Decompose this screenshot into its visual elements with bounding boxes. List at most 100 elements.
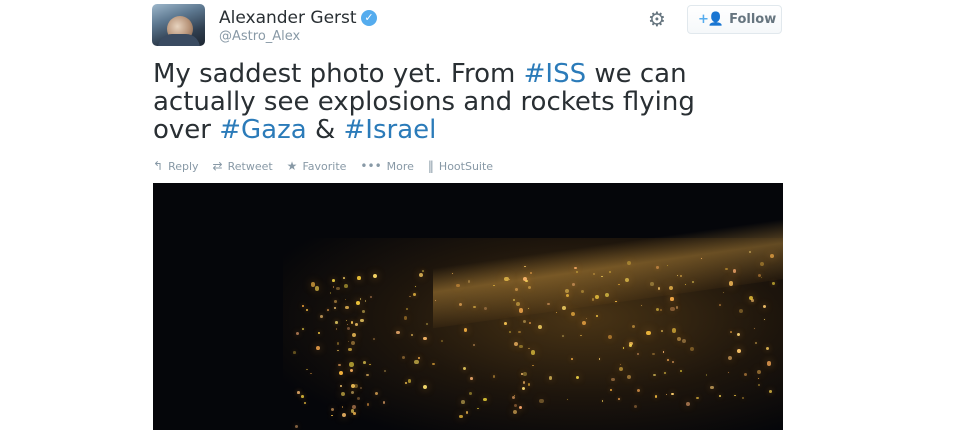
city-light bbox=[696, 396, 699, 400]
city-light bbox=[748, 296, 753, 301]
city-light bbox=[732, 269, 737, 273]
more-button[interactable]: ••• More bbox=[360, 159, 414, 173]
tweet-text-segment: My saddest photo yet. From bbox=[153, 59, 524, 89]
city-light bbox=[675, 306, 678, 309]
city-light bbox=[340, 392, 345, 397]
city-light bbox=[337, 349, 339, 351]
reply-label: Reply bbox=[168, 159, 199, 173]
reply-icon: ↰ bbox=[153, 159, 164, 173]
city-light bbox=[591, 298, 595, 301]
city-light bbox=[527, 307, 529, 310]
follow-button[interactable]: +👤 Follow bbox=[687, 5, 782, 34]
tweet-text-segment: & bbox=[306, 115, 344, 145]
city-light bbox=[725, 267, 728, 271]
tweet-text-segment: we can bbox=[586, 59, 687, 89]
city-light bbox=[422, 385, 427, 390]
city-light bbox=[564, 289, 569, 294]
city-light bbox=[302, 328, 304, 330]
city-light bbox=[473, 305, 476, 308]
city-light bbox=[770, 253, 774, 258]
city-light bbox=[676, 336, 681, 341]
tweet-line-3: over #Gaza & #Israel bbox=[153, 116, 793, 144]
city-light bbox=[335, 321, 338, 324]
city-light bbox=[461, 399, 465, 404]
city-light bbox=[305, 309, 308, 312]
city-light bbox=[355, 323, 359, 326]
reply-button[interactable]: ↰ Reply bbox=[153, 159, 199, 173]
city-light bbox=[504, 276, 509, 282]
city-light bbox=[333, 300, 337, 303]
city-light bbox=[343, 284, 348, 289]
city-light bbox=[753, 327, 755, 329]
city-light bbox=[537, 325, 542, 330]
city-light bbox=[344, 298, 347, 300]
city-light bbox=[665, 393, 668, 395]
city-light bbox=[575, 271, 578, 274]
city-light bbox=[347, 341, 349, 343]
avatar[interactable] bbox=[152, 4, 205, 46]
city-light bbox=[772, 282, 775, 285]
author-handle[interactable]: @Astro_Alex bbox=[219, 29, 300, 44]
city-light bbox=[656, 266, 659, 269]
retweet-button[interactable]: ⇄ Retweet bbox=[213, 159, 273, 173]
city-light bbox=[330, 407, 334, 411]
city-light bbox=[315, 345, 320, 350]
city-light bbox=[691, 280, 694, 284]
city-light bbox=[297, 391, 300, 394]
tweet-text-segment: actually see explosions and rockets flyi… bbox=[153, 87, 695, 117]
hashtag-gaza-link[interactable]: #Gaza bbox=[219, 115, 306, 145]
city-light bbox=[757, 273, 761, 277]
city-light bbox=[728, 281, 733, 286]
city-light bbox=[320, 314, 323, 318]
hashtag-israel-link[interactable]: #Israel bbox=[344, 115, 437, 145]
city-light bbox=[595, 295, 599, 300]
city-light bbox=[513, 409, 518, 414]
city-light bbox=[659, 308, 662, 311]
follow-label: Follow bbox=[729, 12, 777, 27]
city-light bbox=[477, 407, 479, 409]
city-light bbox=[327, 309, 329, 311]
city-light bbox=[350, 321, 354, 324]
city-light bbox=[463, 366, 467, 370]
hootsuite-button[interactable]: ‖ HootSuite bbox=[428, 159, 493, 173]
city-light bbox=[492, 375, 496, 378]
hashtag-iss-link[interactable]: #ISS bbox=[524, 59, 586, 89]
city-light bbox=[418, 273, 423, 278]
star-icon: ★ bbox=[286, 159, 298, 173]
city-light bbox=[561, 334, 564, 337]
city-light bbox=[657, 287, 661, 290]
favorite-button[interactable]: ★ Favorite bbox=[287, 159, 347, 173]
city-light bbox=[425, 322, 428, 326]
gear-icon[interactable]: ⚙ bbox=[646, 8, 668, 30]
city-light bbox=[472, 343, 475, 346]
city-light bbox=[503, 321, 507, 325]
city-light bbox=[571, 283, 575, 287]
city-light bbox=[710, 385, 714, 390]
city-light bbox=[456, 283, 460, 288]
city-light bbox=[349, 362, 354, 367]
avatar-shoulders bbox=[158, 34, 200, 46]
verified-badge-icon: ✓ bbox=[361, 10, 377, 26]
city-light bbox=[582, 320, 587, 325]
city-light bbox=[336, 342, 340, 345]
city-light bbox=[422, 270, 424, 273]
city-light bbox=[718, 394, 722, 397]
city-light bbox=[754, 341, 757, 344]
tweet-text: My saddest photo yet. From #ISS we can a… bbox=[153, 60, 793, 144]
city-light bbox=[357, 276, 361, 280]
city-light bbox=[601, 400, 604, 402]
city-light bbox=[518, 308, 523, 313]
city-light bbox=[383, 369, 386, 372]
city-light bbox=[465, 411, 468, 414]
city-light bbox=[372, 338, 375, 341]
author-name[interactable]: Alexander Gerst bbox=[219, 8, 357, 28]
city-light bbox=[366, 403, 370, 406]
tweet-photo[interactable] bbox=[153, 183, 783, 430]
city-light bbox=[332, 278, 336, 282]
city-light bbox=[624, 278, 629, 283]
city-light bbox=[522, 381, 526, 384]
city-light bbox=[617, 397, 620, 400]
city-light bbox=[414, 359, 419, 365]
city-light bbox=[353, 411, 356, 415]
retweet-label: Retweet bbox=[227, 159, 273, 173]
